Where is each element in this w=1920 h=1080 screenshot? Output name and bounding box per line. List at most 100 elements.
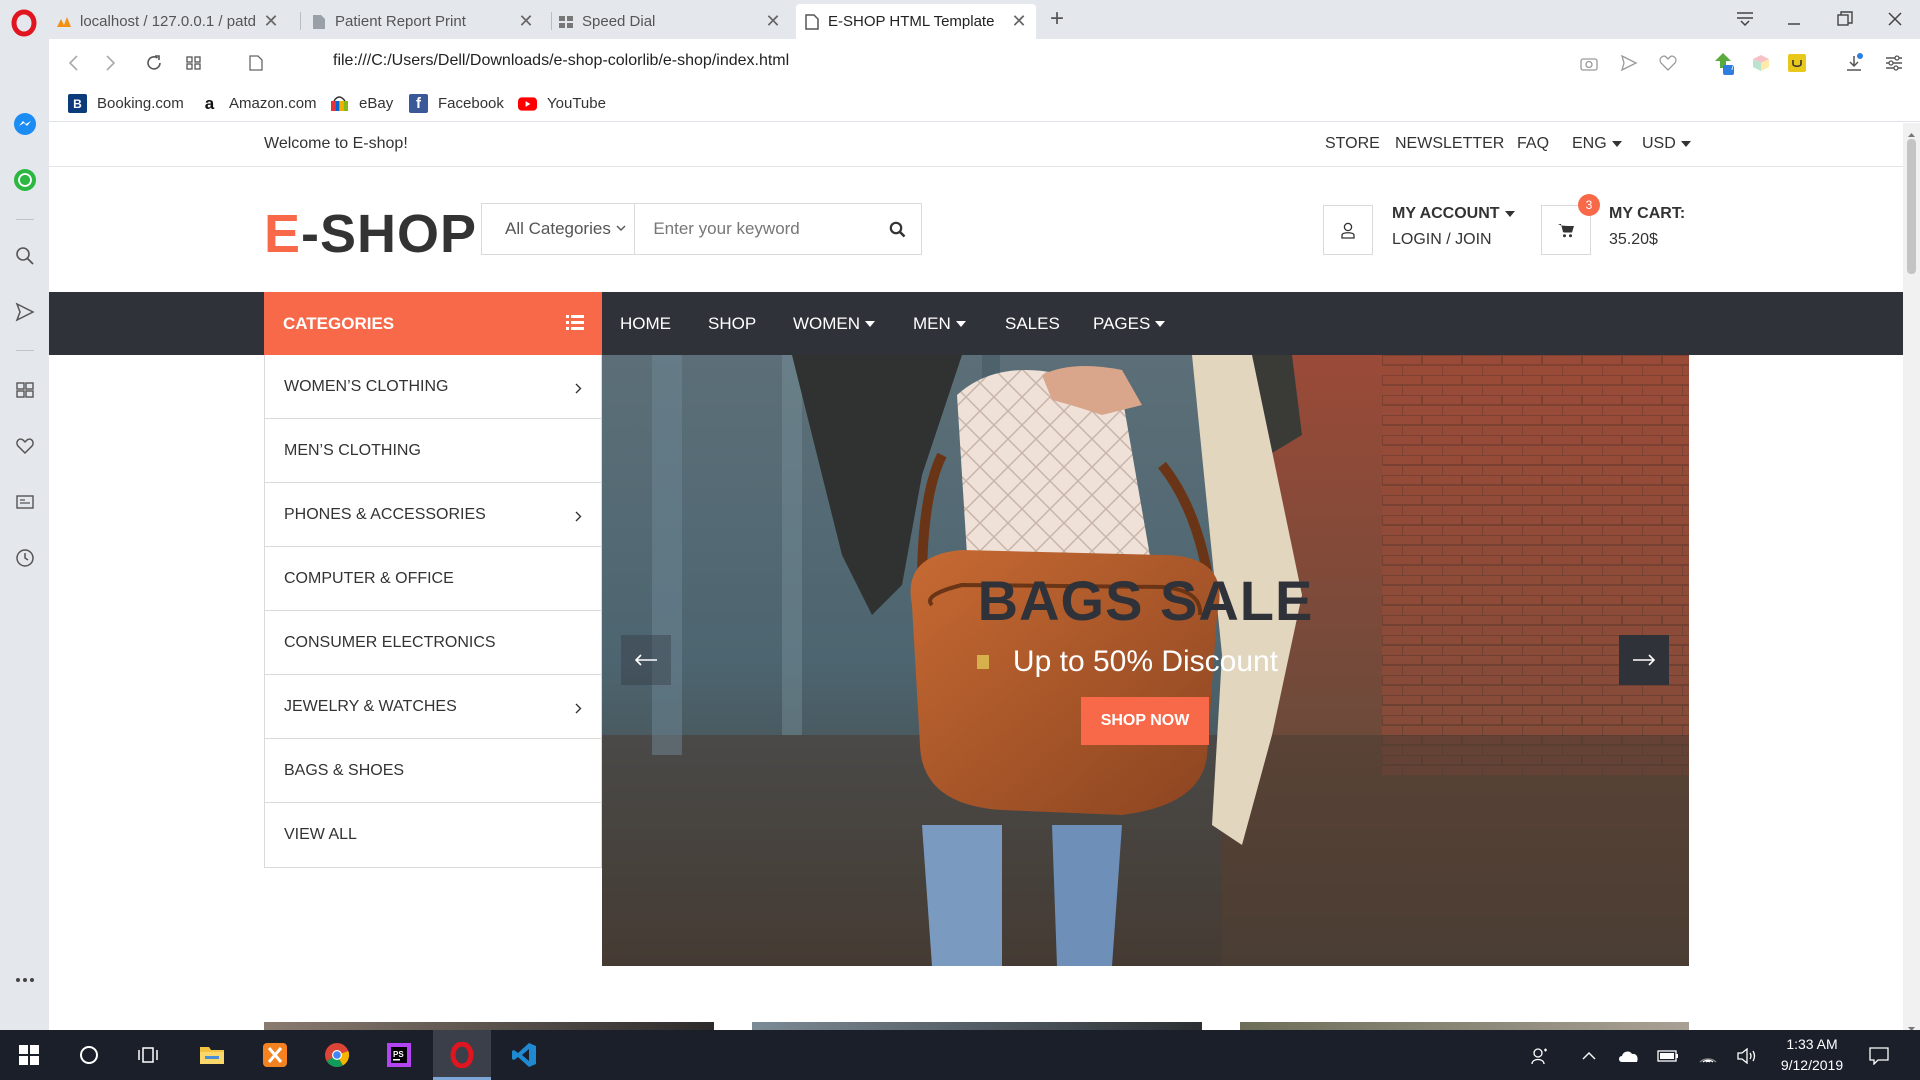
category-phones-accessories[interactable]: PHONES & ACCESSORIES xyxy=(265,483,601,547)
news-icon[interactable] xyxy=(12,489,38,515)
extension-download-icon[interactable]: 7 xyxy=(1711,51,1735,75)
chevron-right-icon xyxy=(575,381,582,399)
product-banner-thumbnail[interactable] xyxy=(264,1022,714,1030)
account-button[interactable] xyxy=(1323,205,1373,255)
download-icon[interactable] xyxy=(1842,51,1866,75)
page-scrollbar[interactable] xyxy=(1903,123,1920,1031)
previous-slide-button[interactable] xyxy=(621,635,671,685)
wifi-icon[interactable] xyxy=(1697,1045,1719,1067)
vpn-extension-icon[interactable] xyxy=(1785,51,1809,75)
nav-women[interactable]: WOMEN xyxy=(793,292,876,355)
onedrive-icon[interactable] xyxy=(1617,1045,1639,1067)
battery-icon[interactable] xyxy=(1657,1045,1679,1067)
close-icon[interactable]: ✕ xyxy=(260,11,282,33)
messenger-icon[interactable] xyxy=(12,111,38,137)
newsletter-link[interactable]: NEWSLETTER xyxy=(1395,135,1504,153)
category-womens-clothing[interactable]: WOMEN’S CLOTHING xyxy=(265,355,601,419)
faq-link[interactable]: FAQ xyxy=(1517,135,1549,153)
back-icon[interactable] xyxy=(61,51,85,75)
tab-patient-report[interactable]: Patient Report Print ✕ xyxy=(303,4,543,39)
eshop-logo[interactable]: E-SHOP xyxy=(264,203,477,265)
new-tab-button[interactable]: + xyxy=(1045,7,1069,32)
speed-dial-icon[interactable] xyxy=(12,377,38,403)
my-account-dropdown[interactable]: MY ACCOUNT xyxy=(1392,205,1515,223)
category-view-all[interactable]: VIEW ALL xyxy=(265,803,601,867)
close-icon[interactable]: ✕ xyxy=(515,11,537,33)
reload-icon[interactable] xyxy=(142,51,166,75)
windows-start-icon[interactable] xyxy=(0,1030,58,1080)
next-slide-button[interactable] xyxy=(1619,635,1669,685)
nav-sales[interactable]: SALES xyxy=(1005,292,1060,355)
more-icon[interactable] xyxy=(12,967,38,993)
currency-dropdown[interactable]: USD xyxy=(1642,135,1691,153)
store-link[interactable]: STORE xyxy=(1325,135,1380,153)
clock-date[interactable]: 9/12/2019 xyxy=(1770,1057,1854,1073)
category-bags-shoes[interactable]: BAGS & SHOES xyxy=(265,739,601,803)
restore-icon[interactable] xyxy=(1825,4,1865,34)
category-jewelry-watches[interactable]: JEWELRY & WATCHES xyxy=(265,675,601,739)
category-select[interactable]: All Categories xyxy=(482,204,636,254)
tab-localhost[interactable]: localhost / 127.0.0.1 / patd ✕ xyxy=(48,4,288,39)
file-explorer-icon[interactable] xyxy=(183,1030,241,1080)
product-banner-thumbnail[interactable] xyxy=(752,1022,1202,1030)
phpstorm-icon[interactable]: PS xyxy=(370,1030,428,1080)
heart-icon[interactable] xyxy=(1656,51,1680,75)
easy-setup-icon[interactable] xyxy=(1882,51,1906,75)
heart-icon[interactable] xyxy=(12,433,38,459)
product-banner-thumbnail[interactable] xyxy=(1240,1022,1689,1030)
bookmark-facebook[interactable]: f Facebook xyxy=(409,94,504,113)
camera-icon[interactable] xyxy=(1577,51,1601,75)
language-dropdown[interactable]: ENG xyxy=(1572,135,1622,153)
nav-home[interactable]: HOME xyxy=(620,292,671,355)
bookmark-youtube[interactable]: YouTube xyxy=(518,94,606,113)
tabs-grid-icon[interactable] xyxy=(182,51,206,75)
volume-icon[interactable] xyxy=(1737,1045,1759,1067)
xampp-icon[interactable] xyxy=(246,1030,304,1080)
tab-eshop[interactable]: E-SHOP HTML Template ✕ xyxy=(796,4,1036,39)
nav-shop[interactable]: SHOP xyxy=(708,292,756,355)
search-button[interactable] xyxy=(874,204,921,254)
speed-dial-icon xyxy=(558,14,574,30)
my-cart-label[interactable]: MY CART: xyxy=(1609,205,1685,223)
bookmark-ebay[interactable]: eBay xyxy=(330,94,393,113)
whatsapp-icon[interactable] xyxy=(12,167,38,193)
bookmark-label: eBay xyxy=(359,95,394,112)
clock-time[interactable]: 1:33 AM xyxy=(1776,1036,1848,1052)
cube-extension-icon[interactable] xyxy=(1749,51,1773,75)
search-input[interactable] xyxy=(635,204,875,254)
chrome-icon[interactable] xyxy=(308,1030,366,1080)
category-computer-office[interactable]: COMPUTER & OFFICE xyxy=(265,547,601,611)
login-join-link[interactable]: LOGIN / JOIN xyxy=(1392,231,1492,249)
notification-icon[interactable] xyxy=(1868,1045,1890,1067)
close-icon[interactable]: ✕ xyxy=(762,11,784,33)
minimize-icon[interactable] xyxy=(1774,4,1814,34)
forward-icon[interactable] xyxy=(99,51,123,75)
tab-speed-dial[interactable]: Speed Dial ✕ xyxy=(550,4,790,39)
category-consumer-electronics[interactable]: CONSUMER ELECTRONICS xyxy=(265,611,601,675)
tab-menu-icon[interactable] xyxy=(1725,4,1765,34)
nav-pages[interactable]: PAGES xyxy=(1093,292,1166,355)
task-view-icon[interactable] xyxy=(120,1030,178,1080)
bookmark-booking[interactable]: B Booking.com xyxy=(68,94,184,113)
shop-now-button[interactable]: SHOP NOW xyxy=(1081,697,1209,745)
vscode-icon[interactable] xyxy=(495,1030,553,1080)
people-icon[interactable] xyxy=(1529,1045,1551,1067)
scrollbar-thumb[interactable] xyxy=(1907,139,1916,274)
url-field[interactable]: file:///C:/Users/Dell/Downloads/e-shop-c… xyxy=(333,52,789,70)
search-icon[interactable] xyxy=(12,243,38,269)
opera-menu-icon[interactable] xyxy=(10,9,38,37)
categories-toggle[interactable]: CATEGORIES xyxy=(264,292,602,355)
cortana-search-icon[interactable] xyxy=(60,1030,118,1080)
close-icon[interactable]: ✕ xyxy=(1008,11,1030,33)
chevron-up-icon[interactable] xyxy=(1578,1045,1600,1067)
history-icon[interactable] xyxy=(12,545,38,571)
send-icon[interactable] xyxy=(1617,51,1641,75)
bookmark-amazon[interactable]: a Amazon.com xyxy=(200,94,317,113)
category-mens-clothing[interactable]: MEN’S CLOTHING xyxy=(265,419,601,483)
send-icon[interactable] xyxy=(12,299,38,325)
close-window-icon[interactable] xyxy=(1875,4,1915,34)
cart-count-badge: 3 xyxy=(1578,194,1600,216)
opera-taskbar-icon[interactable] xyxy=(433,1030,491,1080)
nav-men[interactable]: MEN xyxy=(913,292,966,355)
tab-title: Speed Dial xyxy=(582,13,656,30)
